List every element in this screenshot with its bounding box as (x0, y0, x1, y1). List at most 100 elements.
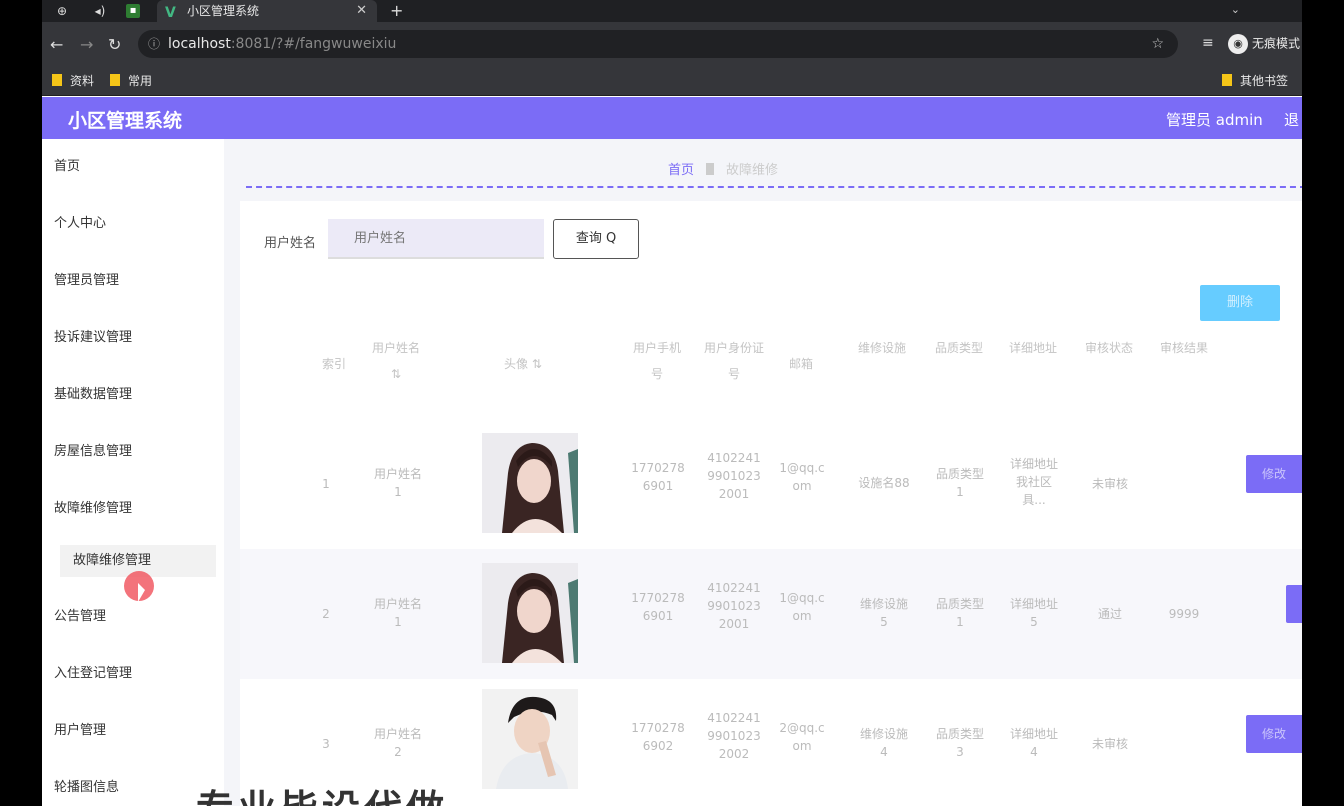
cell-email: 1@qq.c om (778, 459, 826, 495)
header-idcard[interactable]: 用户身份证号 (704, 335, 764, 387)
header-address[interactable]: 详细地址 (1002, 335, 1064, 361)
vue-logo-icon: V (165, 5, 176, 21)
cell-text: 2002 (718, 747, 750, 761)
header-email[interactable]: 邮箱 (780, 351, 822, 377)
tab-list-chevron-icon[interactable]: ⌄ (1231, 0, 1240, 20)
incognito-label: 无痕模式 (1252, 36, 1301, 51)
header-result[interactable]: 审核结果 (1154, 335, 1214, 361)
header-name-label: 用户姓名 (371, 341, 420, 355)
speaker-icon[interactable]: ◂) (92, 3, 108, 19)
cell-text: 9901023 (707, 729, 761, 743)
header-index: 索引 (321, 357, 346, 371)
new-tab-icon[interactable]: + (390, 0, 403, 22)
cell-text: 用户姓名 (373, 467, 422, 481)
cell-phone: 1770278 6902 (628, 719, 688, 755)
cell-text: om (792, 739, 812, 753)
sidebar-item-users[interactable]: 用户管理 (42, 703, 224, 759)
cell-idcard: 4102241 9901023 2001 (702, 579, 766, 633)
globe-icon[interactable]: ⊕ (54, 3, 70, 19)
reading-list-icon[interactable]: ≡ (1202, 35, 1214, 51)
site-info-icon[interactable]: ⓘ (148, 30, 160, 58)
row-edit-button[interactable]: 修改 (1246, 715, 1302, 753)
current-user: 管理员 admin (1166, 111, 1263, 129)
header-status[interactable]: 审核状态 (1080, 335, 1138, 361)
sidebar-item-basic-data[interactable]: 基础数据管理 (42, 367, 224, 423)
incognito-indicator[interactable]: ◉ 无痕模式 (1228, 34, 1300, 54)
cell-text: 4102241 (707, 581, 761, 595)
bookmark-star-icon[interactable]: ☆ (1151, 30, 1164, 58)
cell-text: 2001 (718, 617, 750, 631)
cell-phone: 1770278 6901 (628, 589, 688, 625)
cell-text: 9901023 (707, 599, 761, 613)
cell-text: 详细地址 (1009, 457, 1058, 471)
reload-icon[interactable]: ↻ (108, 35, 121, 54)
cell-text: 1 (394, 485, 402, 499)
app-favicon-icon[interactable]: ▪ (126, 4, 140, 18)
avatar (482, 433, 578, 533)
cell-text: 用户姓名 (373, 597, 422, 611)
logout-link[interactable]: 退 (1284, 109, 1299, 130)
bookmark-folder-ziliao[interactable]: 资料 (52, 72, 94, 89)
cell-address: 详细地址 4 (1002, 725, 1066, 761)
cell-text: 2001 (718, 487, 750, 501)
search-button[interactable]: 查询 Q (553, 219, 639, 259)
sidebar-item-repairs[interactable]: 故障维修管理 (42, 481, 224, 537)
cell-address: 详细地址 我社区 具... (1002, 455, 1066, 509)
cell-address: 详细地址 5 (1002, 595, 1066, 631)
folder-icon (1222, 74, 1232, 86)
header-facility[interactable]: 维修设施 (852, 335, 912, 361)
sidebar-item-checkin[interactable]: 入住登记管理 (42, 646, 224, 702)
sidebar-item-home[interactable]: 首页 (42, 139, 224, 195)
bookmark-folder-other[interactable]: 其他书签 (1222, 72, 1288, 89)
header-phone[interactable]: 用户手机号 (628, 335, 686, 387)
cell-status: 通过 (1097, 607, 1122, 621)
cell-result: 9999 (1168, 607, 1200, 621)
sidebar-item-profile[interactable]: 个人中心 (42, 196, 224, 252)
cell-email: 2@qq.c om (778, 719, 826, 755)
sidebar-item-admin[interactable]: 管理员管理 (42, 253, 224, 309)
header-name[interactable]: 用户姓名 ⇅ (366, 335, 426, 387)
sidebar-item-houses[interactable]: 房屋信息管理 (42, 424, 224, 480)
cell-name: 用户姓名 2 (358, 725, 438, 761)
cell-text: 1770278 (631, 591, 685, 605)
cell-idcard: 4102241 9901023 2002 (702, 709, 766, 763)
header-type[interactable]: 品质类型 (928, 335, 990, 361)
sidebar: 首页 个人中心 管理员管理 投诉建议管理 基础数据管理 房屋信息管理 故障维修管… (42, 139, 224, 806)
cell-text: 我社区 (1015, 475, 1052, 489)
cell-text: 6902 (642, 739, 674, 753)
cell-text: 4 (880, 745, 888, 759)
sidebar-item-complaints[interactable]: 投诉建议管理 (42, 310, 224, 366)
cell-text: 用户姓名 (373, 727, 422, 741)
bookmarks-bar: 资料 常用 其他书签 (42, 66, 1302, 96)
search-input[interactable] (328, 219, 544, 259)
cell-text: 6901 (642, 609, 674, 623)
bookmark-folder-changyong[interactable]: 常用 (110, 72, 152, 89)
cell-text: 维修设施 (859, 727, 908, 741)
cell-text: 4102241 (707, 451, 761, 465)
browser-tab[interactable]: V 小区管理系统 ✕ (157, 0, 377, 22)
row-edit-button[interactable] (1286, 585, 1302, 623)
content-panel: 用户姓名 查询 Q 删除 索引 用户姓名⇅ 头像 ⇅ 用户手机号 用户身份证号 … (240, 201, 1302, 806)
table-row: 2 用户姓名 1 1770278 6901 4102241 9901023 20… (240, 549, 1302, 679)
mouse-cursor-icon (138, 583, 145, 602)
forward-icon[interactable]: → (80, 35, 93, 54)
avatar-woman-image (482, 433, 578, 533)
cell-text: 1770278 (631, 721, 685, 735)
back-icon[interactable]: ← (50, 35, 63, 54)
cell-type: 品质类型 1 (928, 465, 992, 501)
url-path: :8081/?#/fangwuweixiu (230, 36, 397, 52)
breadcrumb-home[interactable]: 首页 (668, 163, 694, 178)
cell-text: 品质类型 (935, 727, 984, 741)
cell-index: 3 (322, 737, 330, 751)
avatar (482, 563, 578, 663)
delete-button[interactable]: 删除 (1200, 285, 1280, 321)
cell-text: 1 (956, 615, 964, 629)
cell-text: 详细地址 (1009, 597, 1058, 611)
row-edit-button[interactable]: 修改 (1246, 455, 1302, 493)
cell-name: 用户姓名 1 (358, 595, 438, 631)
cell-text: 详细地址 (1009, 727, 1058, 741)
url-field[interactable]: ⓘ localhost:8081/?#/fangwuweixiu ☆ (138, 30, 1178, 58)
header-avatar[interactable]: 头像 ⇅ (488, 351, 558, 377)
tab-close-icon[interactable]: ✕ (356, 0, 367, 22)
cell-facility: 维修设施 5 (852, 595, 916, 631)
